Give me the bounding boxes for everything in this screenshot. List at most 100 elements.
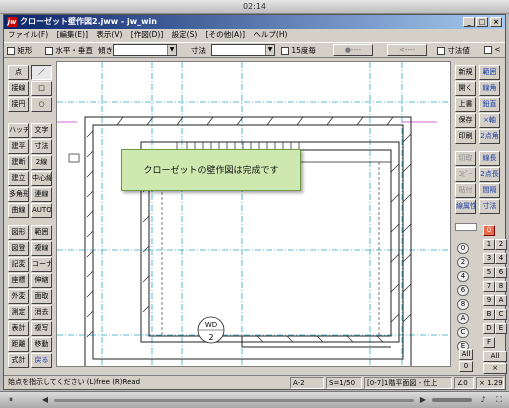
tool-tangent[interactable]: 接線 — [8, 81, 29, 96]
tool-cut[interactable]: 切取 — [455, 151, 476, 166]
forward-icon[interactable]: ▶ — [418, 395, 428, 405]
minimize-button[interactable]: _ — [463, 17, 475, 27]
tool-distance[interactable]: 距離 — [8, 337, 29, 352]
tool-auto[interactable]: AUTO — [31, 203, 52, 218]
status-layer[interactable]: [0-7]1階平面図 - 仕上 — [364, 377, 452, 389]
line-type-display[interactable] — [455, 223, 477, 231]
tool-x-axis[interactable]: ×軸 — [479, 113, 500, 128]
tool-copy-clip[interactable]: ｺﾋﾟｰ — [455, 167, 476, 182]
menu-edit[interactable]: [編集(E)] — [57, 30, 88, 39]
tool-dimension[interactable]: 寸法 — [31, 139, 52, 154]
tool-new[interactable]: 新規 — [455, 65, 476, 80]
tool-range-select[interactable]: 範囲 — [479, 65, 500, 80]
tool-measure[interactable]: 測定 — [8, 305, 29, 320]
rect-checkbox[interactable] — [7, 47, 15, 55]
layer-c[interactable]: C — [495, 309, 507, 320]
tool-building-section[interactable]: 建断 — [8, 155, 29, 170]
rewind-icon[interactable]: ◀ — [40, 395, 50, 405]
tool-offset[interactable]: 複線 — [31, 241, 52, 256]
layer-d[interactable]: D — [483, 323, 495, 334]
layer-9[interactable]: 9 — [483, 295, 495, 306]
layer-group-c[interactable]: C — [457, 327, 469, 338]
tool-erase[interactable]: 消去 — [31, 305, 52, 320]
tool-line-angle[interactable]: 線角 — [479, 81, 500, 96]
layer-group-6[interactable]: 6 — [457, 285, 469, 296]
tilt-combo[interactable]: ▼ — [113, 44, 177, 56]
tool-polygon[interactable]: 多角形 — [8, 187, 29, 202]
dim-combo[interactable]: ▼ — [211, 44, 275, 56]
menu-file[interactable]: ファイル(F) — [8, 30, 48, 39]
tool-print[interactable]: 印刷 — [455, 129, 476, 144]
tool-undo[interactable]: 戻る — [31, 353, 52, 368]
volume-icon[interactable]: ♪ — [478, 395, 488, 405]
drawing-canvas[interactable]: WD 2 — [56, 61, 451, 367]
maximize-button[interactable]: □ — [476, 17, 488, 27]
tool-corner[interactable]: コーナー — [31, 257, 52, 272]
tool-tangent-circle[interactable]: 接円 — [8, 97, 29, 112]
tool-two-point-length[interactable]: 2点長 — [479, 167, 500, 182]
angle15-checkbox[interactable] — [281, 47, 289, 55]
dimvalue-checkbox[interactable] — [437, 47, 445, 55]
layer-group-4[interactable]: 4 — [457, 271, 469, 282]
layer-4[interactable]: 4 — [495, 253, 507, 264]
tool-coordinate[interactable]: 座標 — [8, 273, 29, 288]
layer-b[interactable]: B — [483, 309, 495, 320]
tool-overwrite[interactable]: 上書 — [455, 97, 476, 112]
lt-checkbox[interactable] — [484, 46, 492, 54]
tool-chamfer[interactable]: 面取 — [31, 289, 52, 304]
tool-text[interactable]: 文字 — [31, 123, 52, 138]
tool-line-length[interactable]: 線長 — [479, 151, 500, 166]
layer-8[interactable]: 8 — [495, 281, 507, 292]
fullscreen-icon[interactable]: ⛶ — [494, 395, 504, 405]
hv-checkbox[interactable] — [45, 47, 53, 55]
layer-0[interactable]: 0 — [483, 225, 495, 236]
layer-3[interactable]: 3 — [483, 253, 495, 264]
menu-draw[interactable]: [作図(D)] — [131, 30, 163, 39]
status-scale[interactable]: S=1/50 — [326, 377, 362, 389]
tool-rect[interactable]: □ — [31, 81, 52, 96]
group-all-button[interactable]: All — [459, 349, 473, 360]
status-zoom[interactable]: × 1.29 — [476, 377, 504, 389]
menu-other[interactable]: [その他(A)] — [206, 30, 245, 39]
tool-dimension-right[interactable]: 寸法 — [479, 199, 500, 214]
layer-x-button[interactable]: × — [483, 363, 507, 374]
tool-hatch[interactable]: ハッチ — [8, 123, 29, 138]
layer-5[interactable]: 5 — [483, 267, 495, 278]
tool-stretch[interactable]: 伸縮 — [31, 273, 52, 288]
tool-circle[interactable]: ○ — [31, 97, 52, 112]
tool-vertical[interactable]: 鉛直 — [479, 97, 500, 112]
tool-open[interactable]: 開く — [455, 81, 476, 96]
menu-settings[interactable]: 設定(S) — [172, 30, 198, 39]
tool-copy[interactable]: 複写 — [31, 321, 52, 336]
layer-group-8[interactable]: 8 — [457, 299, 469, 310]
layer-7[interactable]: 7 — [483, 281, 495, 292]
tool-external-change[interactable]: 外変 — [8, 289, 29, 304]
tool-formula[interactable]: 式計 — [8, 353, 29, 368]
tool-line-attribute[interactable]: 線属性 — [455, 199, 476, 214]
layer-group-0[interactable]: 0 — [457, 243, 469, 254]
tool-table-calc[interactable]: 表計 — [8, 321, 29, 336]
tool-interval[interactable]: 間隔 — [479, 183, 500, 198]
group-zero-button[interactable]: 0 — [459, 361, 473, 372]
layer-f[interactable]: F — [483, 337, 495, 348]
toolbar-button-2[interactable]: <---- — [387, 44, 427, 56]
menu-help[interactable]: ヘルプ(H) — [253, 30, 287, 39]
tool-center-line[interactable]: 中心線 — [31, 171, 52, 186]
tool-building-elevation[interactable]: 建立 — [8, 171, 29, 186]
tool-move[interactable]: 移動 — [31, 337, 52, 352]
tool-point[interactable]: 点 — [8, 65, 29, 80]
tool-symbol-change[interactable]: 記変 — [8, 257, 29, 272]
layer-a[interactable]: A — [495, 295, 507, 306]
tool-range[interactable]: 範囲 — [31, 225, 52, 240]
tool-line[interactable]: ／ — [31, 65, 52, 80]
layer-group-a[interactable]: A — [457, 313, 469, 324]
layer-1[interactable]: 1 — [483, 239, 495, 250]
tool-continuous-line[interactable]: 連線 — [31, 187, 52, 202]
status-angle[interactable]: ∠0 — [454, 377, 474, 389]
tool-save[interactable]: 保存 — [455, 113, 476, 128]
layer-all-button[interactable]: All — [483, 351, 507, 362]
menu-view[interactable]: 表示(V) — [96, 30, 122, 39]
tool-double-line[interactable]: 2線 — [31, 155, 52, 170]
layer-group-2[interactable]: 2 — [457, 257, 469, 268]
close-button[interactable]: × — [490, 17, 502, 27]
